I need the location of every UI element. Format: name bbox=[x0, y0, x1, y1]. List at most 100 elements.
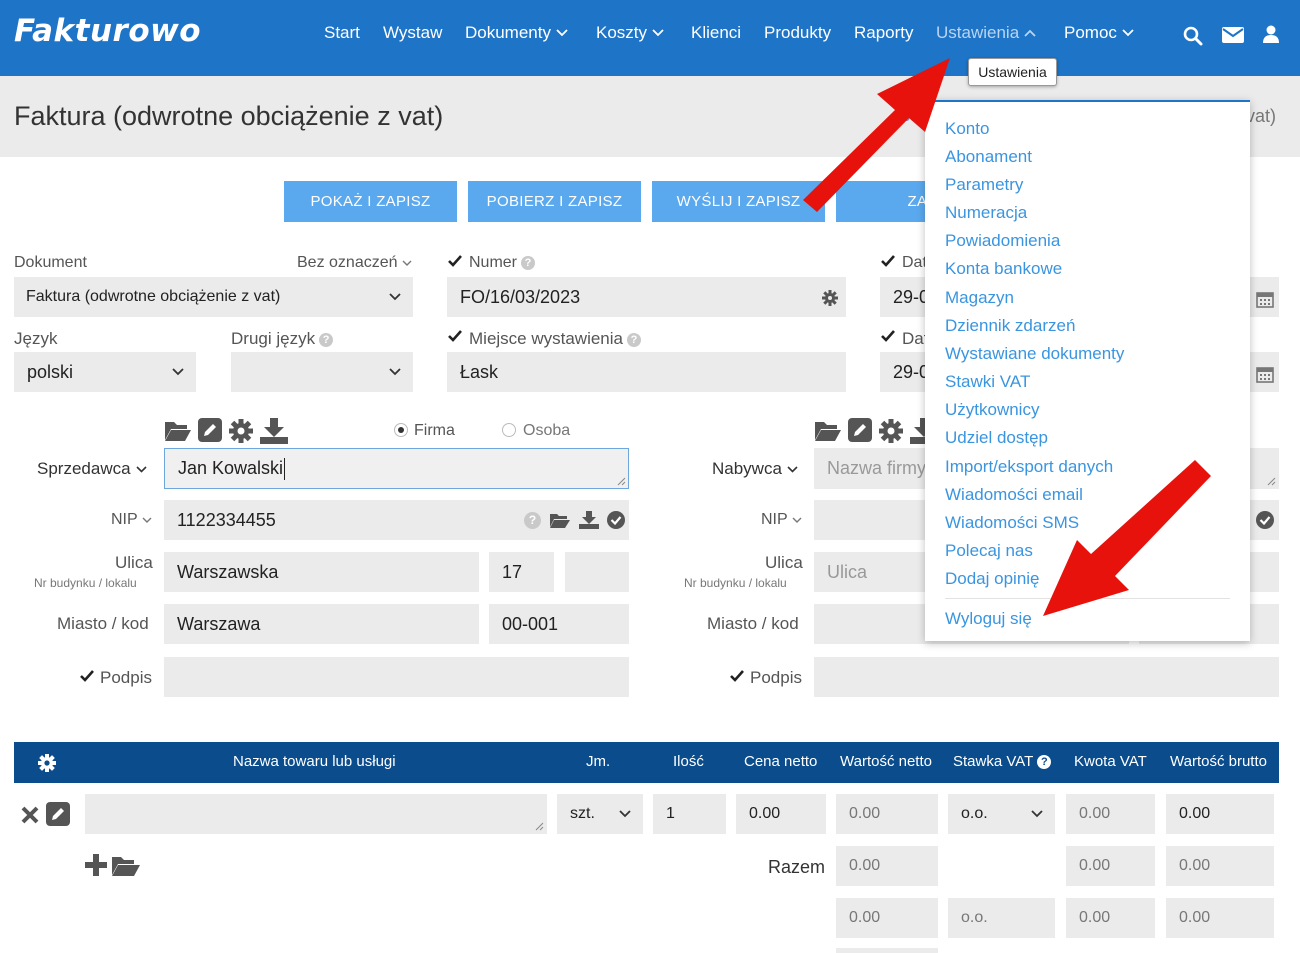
menu-item-dziennik-zdarzen[interactable]: Dziennik zdarzeń bbox=[945, 316, 1075, 336]
seller-building-field[interactable]: 17 bbox=[489, 552, 554, 592]
radio-firma-label: Firma bbox=[414, 422, 455, 439]
checkmark-icon[interactable] bbox=[881, 330, 895, 342]
menu-item-logout[interactable]: Wyloguj się bbox=[945, 609, 1032, 629]
nav-raporty[interactable]: Raporty bbox=[854, 23, 914, 43]
menu-item-udziel-dostep[interactable]: Udziel dostęp bbox=[945, 428, 1048, 448]
help-icon[interactable]: ? bbox=[1037, 754, 1052, 769]
language-select[interactable]: polski bbox=[14, 352, 196, 392]
menu-item-dodaj-opinie[interactable]: Dodaj opinię bbox=[945, 569, 1040, 589]
buyer-select[interactable]: Nabywca bbox=[712, 459, 798, 479]
seller-nip-field[interactable]: 1122334455 ? bbox=[164, 500, 629, 540]
tooltip: Ustawienia bbox=[968, 58, 1057, 86]
nav-start[interactable]: Start bbox=[324, 23, 360, 43]
nav-ustawienia[interactable]: Ustawienia bbox=[936, 23, 1036, 43]
jezyk-label: Język bbox=[14, 329, 58, 348]
chevron-down-icon bbox=[172, 368, 184, 376]
nav-wystaw[interactable]: Wystaw bbox=[383, 23, 442, 43]
checkmark-icon[interactable] bbox=[80, 670, 94, 682]
seller-city-field[interactable]: Warszawa bbox=[164, 604, 479, 644]
show-and-save-button[interactable]: POKAŻ I ZAPISZ bbox=[284, 181, 457, 222]
second-language-select[interactable] bbox=[231, 352, 413, 392]
unit-select[interactable]: szt. bbox=[557, 794, 643, 834]
resize-handle-icon[interactable] bbox=[535, 822, 544, 831]
col-ilosc: Ilość bbox=[673, 753, 704, 770]
page-title: Faktura (odwrotne obciążenie z vat) bbox=[14, 101, 444, 131]
gear-icon[interactable] bbox=[878, 418, 904, 444]
help-icon[interactable]: ? bbox=[524, 511, 541, 529]
invoice-number-field[interactable]: FO/16/03/2023 bbox=[447, 277, 846, 317]
gross-value-field[interactable]: 0.00 bbox=[1166, 794, 1274, 834]
resize-handle-icon[interactable] bbox=[1267, 477, 1276, 486]
folder-open-icon[interactable] bbox=[814, 418, 842, 442]
place-of-issue-field[interactable]: Łask bbox=[447, 352, 846, 392]
gear-icon[interactable] bbox=[37, 753, 57, 773]
seller-signature-field[interactable] bbox=[164, 657, 629, 697]
search-icon[interactable] bbox=[1183, 26, 1203, 46]
check-circle-icon[interactable] bbox=[1256, 511, 1274, 529]
radio-osoba[interactable] bbox=[502, 423, 516, 437]
nav-produkty[interactable]: Produkty bbox=[764, 23, 831, 43]
seller-apartment-field[interactable] bbox=[565, 552, 629, 592]
radio-firma[interactable] bbox=[394, 423, 408, 437]
calendar-icon[interactable] bbox=[1256, 290, 1274, 308]
menu-item-magazyn[interactable]: Magazyn bbox=[945, 288, 1014, 308]
calendar-icon[interactable] bbox=[1256, 365, 1274, 383]
quantity-field[interactable]: 1 bbox=[653, 794, 726, 834]
gear-icon[interactable] bbox=[822, 290, 838, 306]
seller-street-field[interactable]: Warszawska bbox=[164, 552, 479, 592]
nav-pomoc[interactable]: Pomoc bbox=[1064, 23, 1134, 43]
buyer-signature-field[interactable] bbox=[814, 657, 1279, 697]
menu-item-powiadomienia[interactable]: Powiadomienia bbox=[945, 231, 1060, 251]
checkmark-icon[interactable] bbox=[448, 255, 462, 267]
help-icon[interactable]: ? bbox=[521, 256, 536, 270]
nav-klienci[interactable]: Klienci bbox=[691, 23, 741, 43]
user-icon[interactable] bbox=[1263, 25, 1279, 43]
seller-select[interactable]: Sprzedawca bbox=[37, 459, 147, 479]
checkmark-icon[interactable] bbox=[448, 330, 462, 342]
edit-icon[interactable] bbox=[198, 418, 222, 442]
download-and-save-button[interactable]: POBIERZ I ZAPISZ bbox=[468, 181, 641, 222]
menu-item-wystawiane-dokumenty[interactable]: Wystawiane dokumenty bbox=[945, 344, 1124, 364]
gear-icon[interactable] bbox=[228, 418, 254, 444]
folder-open-icon[interactable] bbox=[164, 418, 192, 442]
download-icon[interactable] bbox=[579, 511, 599, 529]
folder-open-icon[interactable] bbox=[111, 853, 141, 877]
next-row-field bbox=[836, 948, 938, 953]
check-circle-icon[interactable] bbox=[607, 511, 625, 529]
menu-item-stawki-vat[interactable]: Stawki VAT bbox=[945, 372, 1030, 392]
menu-item-uzytkownicy[interactable]: Użytkownicy bbox=[945, 400, 1039, 420]
download-icon[interactable] bbox=[260, 418, 288, 444]
resize-handle-icon[interactable] bbox=[617, 477, 626, 486]
checkmark-icon[interactable] bbox=[881, 255, 895, 267]
plus-icon[interactable] bbox=[85, 854, 107, 876]
edit-icon[interactable] bbox=[848, 418, 872, 442]
col-wartosc-brutto: Wartość brutto bbox=[1170, 753, 1267, 770]
logo[interactable]: Fakturowo bbox=[14, 13, 201, 49]
nav-koszty[interactable]: Koszty bbox=[596, 23, 664, 43]
chevron-down-icon bbox=[389, 293, 401, 301]
edit-icon[interactable] bbox=[46, 802, 70, 826]
menu-item-konta-bankowe[interactable]: Konta bankowe bbox=[945, 259, 1062, 279]
document-type-select[interactable]: Faktura (odwrotne obciążenie z vat) bbox=[14, 277, 413, 317]
buyer-miasto-label: Miasto / kod bbox=[707, 614, 799, 633]
buyer-nip-select[interactable]: NIP bbox=[761, 511, 802, 529]
unit-price-field[interactable]: 0.00 bbox=[736, 794, 826, 834]
mail-icon[interactable] bbox=[1222, 27, 1244, 43]
item-name-field[interactable] bbox=[85, 794, 547, 834]
folder-open-icon[interactable] bbox=[549, 511, 571, 529]
vat-rate-select[interactable]: o.o. bbox=[948, 794, 1055, 834]
seller-postcode-field[interactable]: 00-001 bbox=[489, 604, 629, 644]
checkmark-icon[interactable] bbox=[730, 670, 744, 682]
chevron-down-icon bbox=[1122, 29, 1134, 37]
col-cena-netto: Cena netto bbox=[744, 753, 818, 770]
seller-name-field[interactable]: Jan Kowalski bbox=[164, 448, 629, 489]
close-icon[interactable] bbox=[21, 806, 39, 824]
header-hint: vat) bbox=[1246, 106, 1277, 126]
nip-tools: ? bbox=[524, 511, 625, 529]
seller-nip-select[interactable]: NIP bbox=[111, 511, 152, 529]
menu-item-polecaj-nas[interactable]: Polecaj nas bbox=[945, 541, 1033, 561]
help-icon[interactable]: ? bbox=[627, 333, 641, 347]
nav-dokumenty[interactable]: Dokumenty bbox=[465, 23, 568, 43]
bez-oznaczen-select[interactable]: Bez oznaczeń bbox=[297, 254, 412, 272]
help-icon[interactable]: ? bbox=[319, 333, 334, 347]
